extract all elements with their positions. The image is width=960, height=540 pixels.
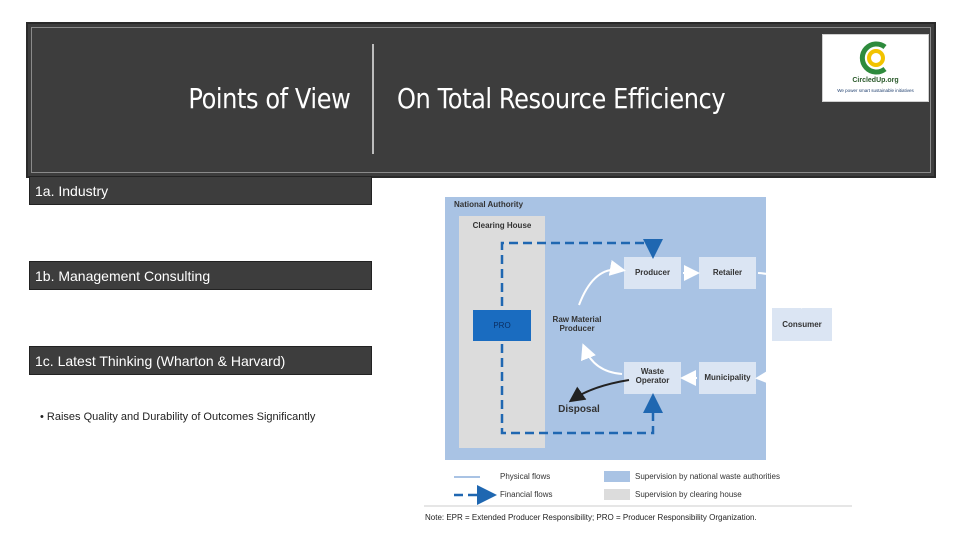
epr-diagram: National Authority Clearing House PRO Ra…	[424, 190, 854, 520]
consumer-label: Consumer	[782, 320, 822, 329]
pro-label: PRO	[493, 321, 511, 330]
raw-material-producer-label: Raw Material Producer	[552, 315, 602, 333]
clearing-house-label: Clearing House	[472, 221, 532, 230]
national-authority-label: National Authority	[454, 200, 524, 209]
bullet-point: • Raises Quality and Durability of Outco…	[40, 411, 316, 423]
legend-physical-flows: Physical flows	[500, 472, 551, 481]
disposal-label: Disposal	[558, 404, 600, 415]
circle-logo-icon	[859, 41, 887, 75]
legend-supervision-clearing: Supervision by clearing house	[635, 490, 742, 499]
bullet-text: Raises Quality and Durability of Outcome…	[46, 411, 316, 423]
producer-label: Producer	[634, 268, 671, 277]
title-divider	[372, 44, 374, 154]
municipality-label: Municipality	[704, 373, 751, 382]
legend-financial-flows: Financial flows	[500, 490, 553, 499]
legend-supervision-national: Supervision by national waste authoritie…	[635, 472, 780, 481]
diagram-note: Note: EPR = Extended Producer Responsibi…	[425, 513, 757, 522]
item-latest-thinking: 1c. Latest Thinking (Wharton & Harvard)	[29, 346, 372, 375]
item-industry: 1a. Industry	[29, 176, 372, 205]
retailer-label: Retailer	[712, 268, 743, 277]
page-title-right: On Total Resource Efficiency	[397, 82, 726, 115]
circledup-logo: CircledUp.org We power smart sustainable…	[822, 34, 929, 102]
item-management-consulting: 1b. Management Consulting	[29, 261, 372, 290]
logo-name: CircledUp.org	[852, 77, 899, 84]
logo-tagline: We power smart sustainable initiatives	[837, 88, 914, 93]
epr-diagram-svg	[424, 197, 852, 507]
page-title-left: Points of View	[188, 82, 350, 115]
waste-operator-label: Waste Operator	[635, 367, 670, 385]
